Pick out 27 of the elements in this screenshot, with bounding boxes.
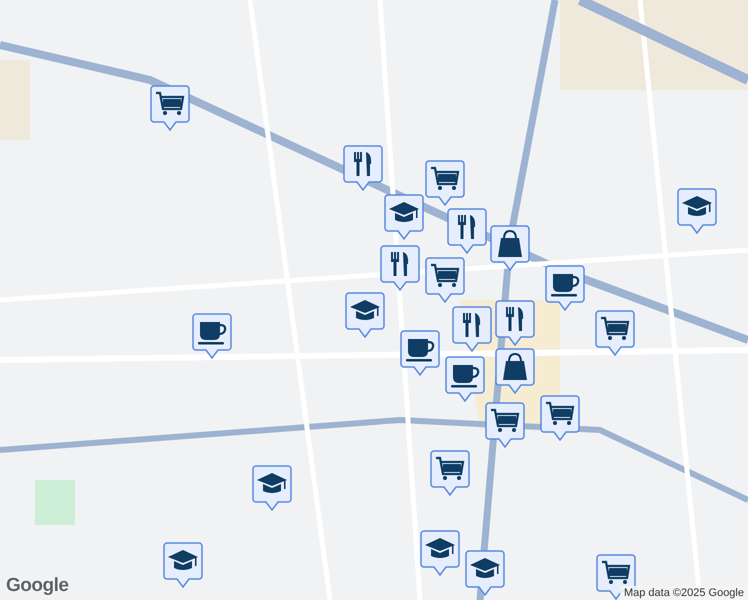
graduation-cap-icon (682, 196, 712, 216)
coffee-cup-icon (551, 274, 580, 296)
fork-knife-icon (391, 252, 408, 276)
cart-icon (431, 264, 460, 287)
cart-icon (156, 92, 184, 115)
cart-icon (602, 560, 630, 584)
cart-icon (431, 166, 460, 190)
cart-icon (546, 402, 574, 425)
fork-knife-icon (458, 215, 476, 239)
shopping-bag-icon (498, 230, 522, 257)
cart-icon (436, 456, 464, 480)
graduation-cap-icon (470, 558, 500, 578)
coffee-cup-icon (198, 322, 226, 344)
coffee-cup-icon (406, 339, 434, 362)
cart-icon (601, 316, 630, 340)
graduation-cap-icon (389, 202, 419, 222)
fork-knife-icon (354, 152, 372, 176)
shopping-bag-icon (503, 353, 527, 380)
cart-icon (491, 408, 520, 432)
graduation-cap-icon (168, 550, 198, 570)
coffee-cup-icon (451, 365, 480, 388)
graduation-cap-icon (350, 300, 380, 320)
graduation-cap-icon (257, 473, 287, 493)
fork-knife-icon (506, 307, 524, 331)
google-logo: Google (6, 575, 68, 597)
graduation-cap-icon (425, 538, 455, 558)
fork-knife-icon (463, 313, 480, 337)
